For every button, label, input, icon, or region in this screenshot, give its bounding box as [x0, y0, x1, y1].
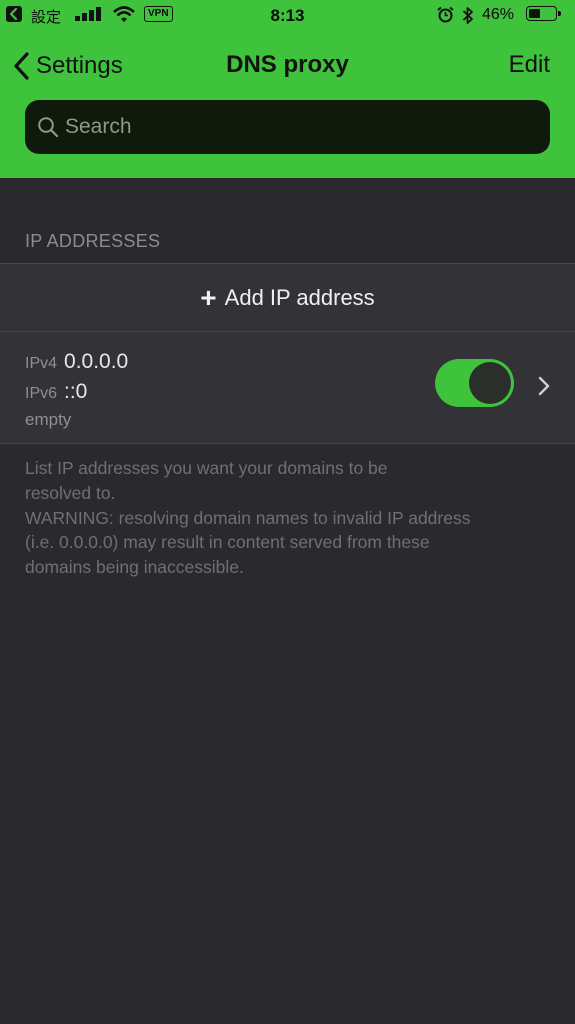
footer-description: List IP addresses you want your domains …: [25, 456, 555, 580]
enable-toggle[interactable]: [435, 359, 514, 407]
navigation-bar: Settings DNS proxy Edit: [0, 40, 575, 90]
page-title: DNS proxy: [226, 51, 349, 78]
footer-line: domains being inaccessible.: [25, 557, 244, 578]
ipv4-value: 0.0.0.0: [64, 350, 129, 373]
footer-line: (i.e. 0.0.0.0) may result in content ser…: [25, 532, 430, 553]
footer-line: WARNING: resolving domain names to inval…: [25, 507, 471, 528]
footer-line: List IP addresses you want your domains …: [25, 458, 388, 478]
ip-note: empty: [25, 410, 72, 429]
header: 設定 VPN 8:13 46% Settings DNS proxy Edit …: [0, 0, 575, 178]
ip-address-group: + Add IP address IPv4 0.0.0.0 IPv6 ::0 e…: [0, 263, 575, 444]
ipv4-key: IPv4: [25, 355, 58, 372]
battery-percent: 46%: [482, 6, 515, 23]
add-ip-address-button[interactable]: + Add IP address: [0, 264, 575, 331]
search-bar[interactable]: [25, 100, 550, 154]
battery-nub: [558, 11, 561, 16]
alarm-icon: [437, 6, 454, 28]
screen: 設定 VPN 8:13 46% Settings DNS proxy Edit …: [0, 0, 575, 1024]
bluetooth-icon: [462, 6, 474, 30]
battery-icon: [526, 6, 561, 21]
ipv6-line: IPv6 ::0: [25, 380, 87, 404]
search-input[interactable]: [65, 115, 515, 139]
add-ip-address-label: Add IP address: [224, 284, 375, 310]
ipv6-value: ::0: [64, 380, 88, 403]
battery-fill: [529, 9, 540, 18]
chevron-right-icon[interactable]: [537, 375, 551, 397]
footer-line: resolved to.: [25, 482, 116, 503]
ipv6-key: IPv6: [25, 385, 58, 402]
ipv4-line: IPv4 0.0.0.0: [25, 350, 128, 374]
plus-icon: +: [200, 281, 217, 313]
section-header: IP ADDRESSES: [25, 231, 161, 251]
status-bar: 設定 VPN 8:13 46%: [0, 0, 575, 34]
toggle-knob: [469, 362, 511, 404]
ip-address-row[interactable]: IPv4 0.0.0.0 IPv6 ::0 empty: [0, 332, 575, 444]
search-icon: [38, 117, 59, 138]
edit-button[interactable]: Edit: [509, 51, 550, 79]
